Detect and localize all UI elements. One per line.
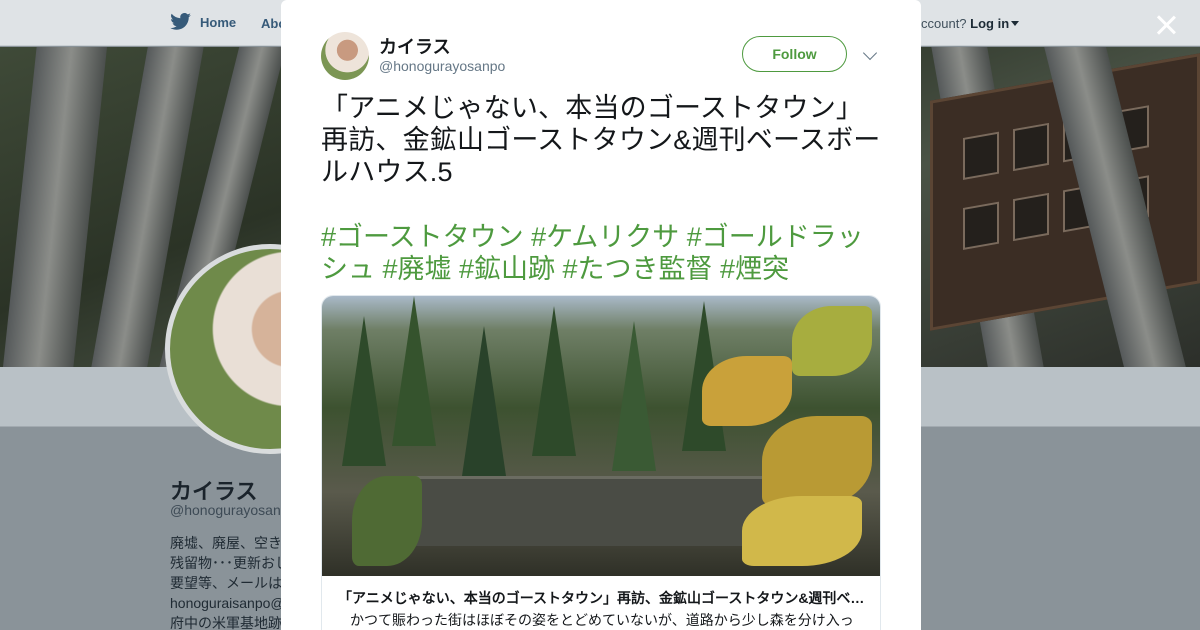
login-link[interactable]: Log in	[970, 16, 1009, 31]
tweet-modal: カイラス @honogurayosanpo Follow 「アニメじゃない、本当…	[281, 0, 921, 630]
nav-home-label: Home	[200, 14, 237, 30]
chevron-down-icon[interactable]	[862, 45, 878, 61]
bio-line: 要望等、メールは	[170, 575, 282, 591]
caret-down-icon[interactable]	[1011, 21, 1020, 26]
tweet-text: 「アニメじゃない、本当のゴーストタウン」再訪、金鉱山ゴーストタウン&週刊ベースボ…	[321, 93, 881, 187]
card-title[interactable]: 「アニメじゃない、本当のゴーストタウン」再訪、金鉱山ゴーストタウン&週刊ベ…	[338, 588, 868, 608]
nav-home-link[interactable]: Home	[170, 13, 236, 31]
bio-line: 府中の米軍基地跡	[170, 615, 282, 630]
profile-handle: @honogurayosanpo	[170, 502, 297, 518]
account-prompt-text: ccount?	[921, 16, 967, 31]
profile-bio: 廃墟、廃屋、空き 残留物･･･更新おし 要望等、メールは honoguraisa…	[170, 533, 285, 630]
author-avatar[interactable]	[321, 32, 369, 80]
tweet-hashtags[interactable]: #ゴーストタウン #ケムリクサ #ゴールドラッシュ #廃墟 #鉱山跡 #たつき監…	[321, 221, 881, 285]
author-name[interactable]: カイラス	[379, 33, 451, 59]
card-description: かつて賑わった街はほぼその姿をとどめていないが、道路から少し森を分け入っ	[350, 612, 854, 628]
login-prompt: ccount? Log in	[921, 16, 1020, 31]
bio-line[interactable]: honoguraisanpo@	[170, 593, 285, 613]
bird-icon	[170, 13, 191, 30]
author-handle[interactable]: @honogurayosanpo	[379, 58, 505, 74]
card-image	[322, 296, 880, 576]
close-icon[interactable]	[1153, 12, 1179, 38]
follow-button[interactable]: Follow	[742, 36, 847, 72]
link-card[interactable]: 「アニメじゃない、本当のゴーストタウン」再訪、金鉱山ゴーストタウン&週刊ベ… か…	[321, 295, 881, 630]
bio-line: 廃墟、廃屋、空き	[170, 535, 282, 551]
bio-line: 残留物･･･更新おし	[170, 555, 285, 571]
